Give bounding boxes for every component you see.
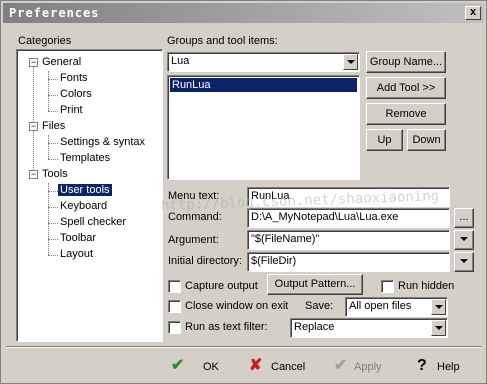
ok-label: OK [203,361,219,373]
tree-line [48,95,58,96]
tree-general-line [48,71,49,111]
tree-expander-files[interactable]: − [29,122,38,131]
footer-divider [6,346,482,348]
capture-output-checkbox[interactable] [168,280,181,293]
window-title: Preferences [9,6,100,20]
tree-tools-line [48,183,49,255]
add-tool-button[interactable]: Add Tool >> [366,77,446,99]
ok-button[interactable]: ✔ OK [171,357,231,377]
run-hidden-label: Run hidden [398,280,455,292]
group-name-button[interactable]: Group Name... [366,51,446,73]
group-select[interactable]: Lua [167,52,360,72]
output-pattern-button[interactable]: Output Pattern... [267,274,363,295]
apply-label: Apply [354,361,382,373]
chevron-down-icon[interactable] [343,54,358,70]
group-select-value: Lua [171,55,190,67]
chevron-down-icon[interactable] [431,320,446,336]
tree-item-toolbar[interactable]: Toolbar [60,232,96,245]
save-label: Save: [305,300,334,312]
tree-item-general[interactable]: General [42,56,81,69]
menu-text-field[interactable]: RunLua [247,187,450,207]
remove-button[interactable]: Remove [366,103,446,125]
initial-dir-menu-button[interactable] [454,252,474,272]
run-hidden-checkbox[interactable] [381,280,394,293]
cancel-label: Cancel [271,361,306,373]
close-window-label: Close window on exit [185,300,289,312]
chevron-down-icon [457,232,472,248]
groups-label: Groups and tool items: [167,35,278,47]
categories-tree[interactable]: − General Fonts Colors Print − Files Set… [16,49,163,342]
tree-item-user-tools[interactable]: User tools [58,184,112,197]
tree-line [48,223,58,224]
run-filter-checkbox[interactable] [168,321,181,334]
list-item[interactable]: RunLua [170,78,357,92]
tree-item-settings-syntax[interactable]: Settings & syntax [60,136,145,149]
tree-expander-general[interactable]: − [29,58,38,67]
browse-button[interactable]: ... [454,208,474,228]
save-select[interactable]: All open files [345,297,448,317]
chevron-down-icon[interactable] [431,299,446,315]
close-window-checkbox[interactable] [168,300,181,313]
chevron-down-icon [457,254,472,270]
tree-line [48,111,58,112]
close-icon: x [469,6,477,18]
tree-item-keyboard[interactable]: Keyboard [60,200,107,213]
tree-item-spell-checker[interactable]: Spell checker [60,216,126,229]
tree-expander-tools[interactable]: − [29,170,38,179]
menu-text-label: Menu text: [168,190,220,202]
help-label: Help [437,361,460,373]
up-button[interactable]: Up [366,129,403,151]
apply-button[interactable]: ✔ Apply [334,357,394,377]
title-bar: Preferences x [3,3,484,23]
tree-item-files[interactable]: Files [42,120,65,133]
categories-label: Categories [18,35,72,47]
argument-label: Argument: [168,234,219,246]
cancel-x-icon: ✘ [249,357,263,374]
tool-items-list[interactable]: RunLua [167,75,360,180]
close-button[interactable]: x [465,6,481,20]
argument-field[interactable]: "$(FileName)" [247,230,450,250]
tree-line [48,143,58,144]
initial-dir-field[interactable]: $(FileDir) [247,252,450,272]
run-filter-label: Run as text filter: [185,321,268,333]
tree-line [48,255,58,256]
down-button[interactable]: Down [407,129,446,151]
capture-output-label: Capture output [185,280,258,292]
tree-line [48,159,58,160]
tree-line [48,207,58,208]
preferences-dialog: Preferences x Categories − General Fonts… [0,0,487,384]
tree-item-layout[interactable]: Layout [60,248,93,261]
apply-check-icon: ✔ [334,357,348,374]
tree-line [48,79,58,80]
tree-files-line [48,135,49,159]
tree-item-colors[interactable]: Colors [60,88,92,101]
cancel-button[interactable]: ✘ Cancel [249,357,319,377]
filter-select[interactable]: Replace [290,318,448,338]
filter-select-value: Replace [294,321,335,333]
help-button[interactable]: ? Help [415,357,475,377]
tree-line [48,239,58,240]
initial-dir-value: $(FileDir) [251,255,297,267]
argument-value: "$(FileName)" [251,233,320,245]
tree-item-templates[interactable]: Templates [60,152,110,165]
tree-line [48,191,58,192]
command-label: Command: [168,211,222,223]
command-field[interactable]: D:\A_MyNotepad\Lua\Lua.exe [247,208,450,228]
tree-item-tools[interactable]: Tools [42,168,68,181]
check-icon: ✔ [171,357,185,374]
initial-dir-label: Initial directory: [168,255,242,267]
help-question-icon: ? [417,357,427,374]
tree-item-fonts[interactable]: Fonts [60,72,88,85]
tree-item-print[interactable]: Print [60,104,83,117]
argument-menu-button[interactable] [454,230,474,250]
